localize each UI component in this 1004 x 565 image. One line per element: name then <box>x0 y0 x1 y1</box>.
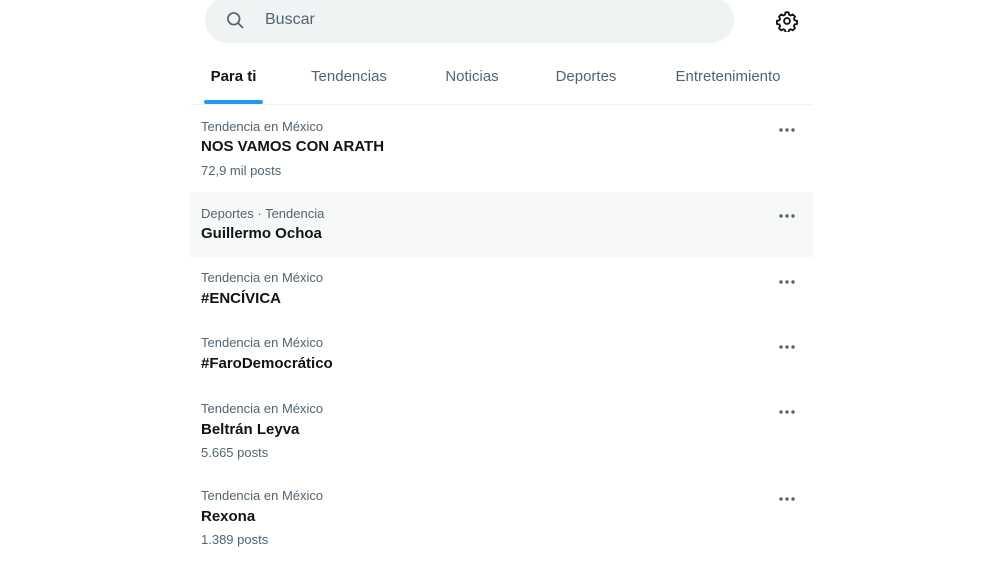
more-horizontal-icon[interactable] <box>775 400 799 424</box>
trend-post-count: 72,9 mil posts <box>201 163 282 178</box>
trend-name: Beltrán Leyva <box>201 421 300 438</box>
trend-name: NOS VAMOS CON ARATH <box>201 138 385 155</box>
search-input[interactable] <box>265 0 705 43</box>
gear-icon[interactable] <box>776 10 798 32</box>
trend-meta: Tendencia en México <box>201 335 324 350</box>
trend-meta: Tendencia en México <box>201 488 324 503</box>
more-horizontal-icon[interactable] <box>775 270 799 294</box>
trend-name: Rexona <box>201 508 256 525</box>
trend-name: #FaroDemocrático <box>201 355 333 372</box>
trend-meta: Tendencia en México <box>201 270 324 285</box>
tab-para-ti[interactable]: Para ti <box>204 48 263 104</box>
trend-post-count: 5.665 posts <box>201 445 269 460</box>
trend-item[interactable]: Tendencia en México Beltrán Leyva 5.665 … <box>190 388 813 474</box>
trend-name: #ENCÍVICA <box>201 290 282 307</box>
search-row <box>190 0 813 48</box>
explore-tabs: Para ti Tendencias Noticias Deportes Ent… <box>190 48 813 105</box>
tab-noticias[interactable]: Noticias <box>436 48 508 104</box>
tab-tendencias[interactable]: Tendencias <box>300 48 398 104</box>
trend-meta: Tendencia en México <box>201 401 324 416</box>
more-horizontal-icon[interactable] <box>775 487 799 511</box>
more-horizontal-icon[interactable] <box>775 335 799 359</box>
trend-post-count: 1.389 posts <box>201 532 269 547</box>
search-box[interactable] <box>205 0 734 43</box>
trend-name: Guillermo Ochoa <box>201 225 322 242</box>
trend-meta: Tendencia en México <box>201 119 324 134</box>
trend-item[interactable]: Tendencia en México NOS VAMOS CON ARATH … <box>190 105 813 192</box>
tab-entretenimiento[interactable]: Entretenimiento <box>664 48 792 104</box>
trend-meta: Deportes · Tendencia <box>201 206 325 221</box>
trend-item[interactable]: Tendencia en México #ENCÍVICA <box>190 257 813 322</box>
trend-item[interactable]: Tendencia en México #FaroDemocrático <box>190 322 813 388</box>
active-tab-indicator <box>204 100 263 104</box>
more-horizontal-icon[interactable] <box>775 204 799 228</box>
trend-item[interactable]: Deportes · Tendencia Guillermo Ochoa <box>190 192 813 257</box>
more-horizontal-icon[interactable] <box>775 118 799 142</box>
explore-column: Para ti Tendencias Noticias Deportes Ent… <box>190 0 813 565</box>
tab-deportes[interactable]: Deportes <box>546 48 626 104</box>
trend-item[interactable]: Tendencia en México Rexona 1.389 posts <box>190 474 813 565</box>
search-icon <box>227 12 244 29</box>
